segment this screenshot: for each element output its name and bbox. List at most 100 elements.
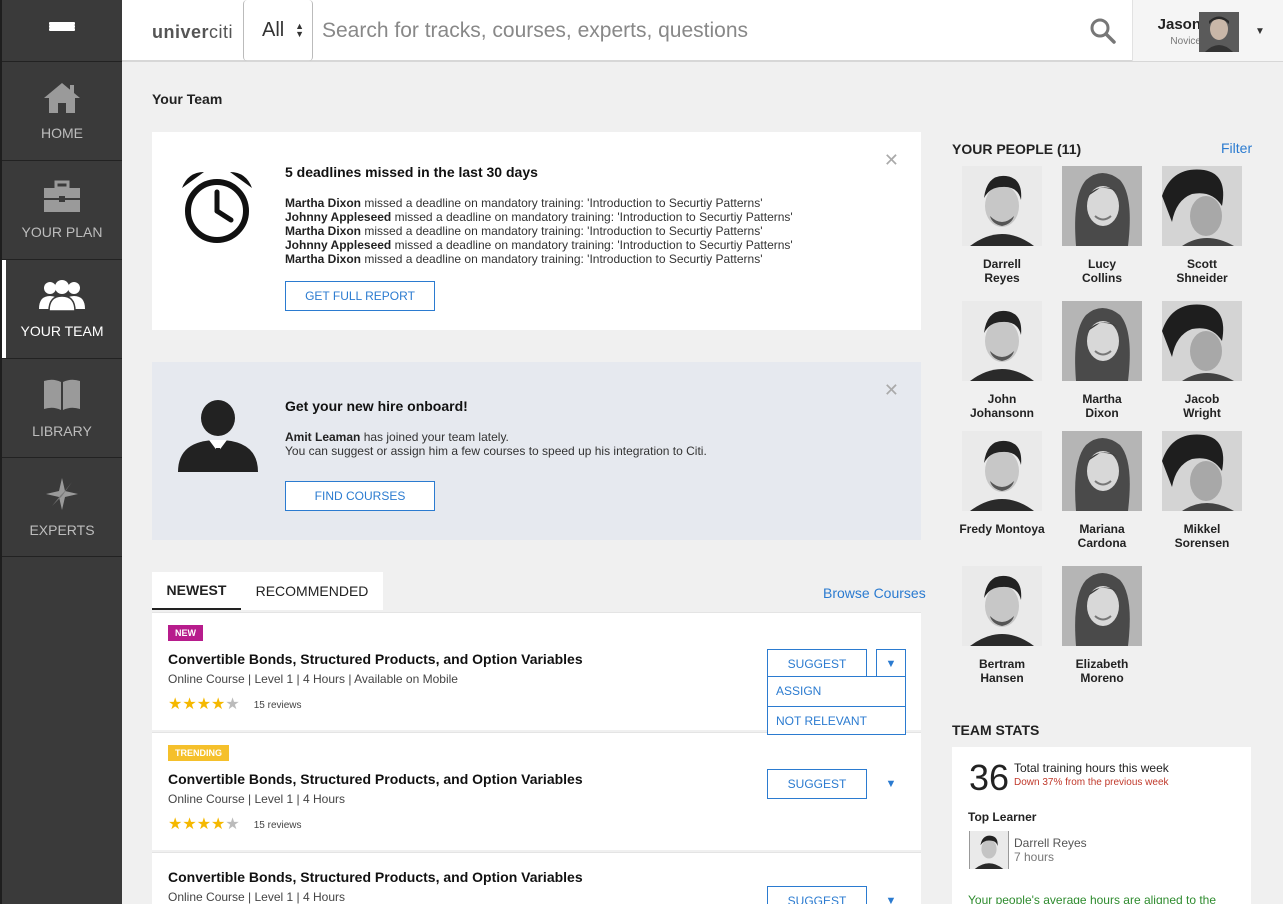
deadline-message: missed a deadline on mandatory training:… — [364, 196, 763, 210]
suggest-button[interactable]: SUGGEST — [767, 886, 867, 904]
assign-menu-item[interactable]: ASSIGN — [768, 677, 905, 706]
stats-note: Your people's average hours are aligned … — [968, 893, 1217, 904]
top-learner-name[interactable]: Darrell Reyes — [1014, 836, 1087, 850]
person-name[interactable]: Lucy Collins — [1057, 257, 1147, 285]
course-item[interactable]: Convertible Bonds, Structured Products, … — [152, 852, 921, 904]
avatar[interactable] — [1162, 166, 1242, 246]
avatar[interactable] — [962, 301, 1042, 381]
person-card[interactable]: Darrell Reyes — [957, 166, 1047, 285]
person-card[interactable]: Bertram Hansen — [957, 566, 1047, 685]
course-title[interactable]: Convertible Bonds, Structured Products, … — [168, 771, 583, 787]
tab-recommended[interactable]: RECOMMENDED — [241, 572, 383, 610]
person-name[interactable]: Johnny Appleseed — [285, 238, 391, 252]
top-learner-hours: 7 hours — [1014, 850, 1055, 864]
sidebar-item-your-plan[interactable]: YOUR PLAN — [2, 161, 122, 260]
trending-badge: TRENDING — [168, 745, 229, 761]
sidebar-item-library[interactable]: LIBRARY — [2, 359, 122, 458]
user-menu[interactable]: Jason Novice ▼ — [1132, 0, 1283, 61]
person-name[interactable]: Amit Leaman — [285, 430, 360, 444]
people-title: YOUR PEOPLE (11) — [952, 141, 1082, 157]
course-title[interactable]: Convertible Bonds, Structured Products, … — [168, 651, 583, 667]
person-name[interactable]: Martha Dixon — [285, 252, 361, 266]
chevron-down-icon: ▼ — [1255, 26, 1265, 37]
avatar[interactable] — [1062, 431, 1142, 511]
sidebar-item-experts[interactable]: EXPERTS — [2, 458, 122, 557]
app-logo[interactable]: univerciti — [152, 22, 233, 43]
avatar[interactable] — [1162, 301, 1242, 381]
suggest-options-toggle[interactable]: ▼ — [876, 886, 906, 904]
tab-newest[interactable]: NEWEST — [152, 572, 241, 610]
sidebar-item-label: YOUR TEAM — [20, 323, 104, 339]
person-name[interactable]: John Johansonn — [957, 392, 1047, 420]
search-input[interactable] — [322, 15, 1072, 47]
logo-suffix: citi — [209, 22, 234, 42]
person-name[interactable]: Martha Dixon — [285, 224, 361, 238]
course-tabs: NEWEST RECOMMENDED — [152, 572, 383, 610]
person-name[interactable]: Martha Dixon — [285, 196, 361, 210]
person-name[interactable]: Fredy Montoya — [957, 522, 1047, 536]
sidebar-item-label: HOME — [41, 125, 83, 141]
star-icon: ★ — [168, 696, 183, 713]
avatar[interactable] — [962, 166, 1042, 246]
star-icon: ★ — [168, 816, 183, 833]
avatar[interactable] — [1062, 166, 1142, 246]
person-card[interactable]: John Johansonn — [957, 301, 1047, 420]
menu-button[interactable] — [2, 0, 122, 62]
person-name[interactable]: Mariana Cardona — [1057, 522, 1147, 550]
person-name[interactable]: Johnny Appleseed — [285, 210, 391, 224]
reviews-count: 15 reviews — [253, 699, 302, 711]
suggest-options-toggle[interactable]: ▼ — [876, 649, 906, 679]
avatar[interactable] — [1162, 431, 1242, 511]
person-card[interactable]: Fredy Montoya — [957, 431, 1047, 536]
course-title[interactable]: Convertible Bonds, Structured Products, … — [168, 869, 583, 885]
person-name[interactable]: Jacob Wright — [1157, 392, 1247, 420]
course-item[interactable]: TRENDING Convertible Bonds, Structured P… — [152, 732, 921, 850]
not-relevant-menu-item[interactable]: NOT RELEVANT — [768, 706, 905, 735]
avatar[interactable] — [962, 431, 1042, 511]
sidebar-item-home[interactable]: HOME — [2, 62, 122, 161]
deadline-message: missed a deadline on mandatory training:… — [364, 252, 763, 266]
person-card[interactable]: Martha Dixon — [1057, 301, 1147, 420]
person-card[interactable]: Mariana Cardona — [1057, 431, 1147, 550]
close-icon[interactable]: ✕ — [884, 380, 899, 401]
avatar[interactable] — [969, 831, 1009, 869]
suggest-button[interactable]: SUGGEST — [767, 649, 867, 679]
person-name[interactable]: Darrell Reyes — [957, 257, 1047, 285]
person-name[interactable]: Scott Shneider — [1157, 257, 1247, 285]
person-name[interactable]: Bertram Hansen — [957, 657, 1047, 685]
person-card[interactable]: Scott Shneider — [1157, 166, 1247, 285]
avatar[interactable] — [962, 566, 1042, 646]
person-name[interactable]: Mikkel Sorensen — [1157, 522, 1247, 550]
hamburger-icon — [49, 21, 75, 40]
find-courses-button[interactable]: FIND COURSES — [285, 481, 435, 511]
sidebar-item-label: LIBRARY — [32, 423, 92, 439]
person-card[interactable]: Mikkel Sorensen — [1157, 431, 1247, 550]
team-stats-card: 36 Total training hours this week Down 3… — [952, 747, 1251, 904]
search-scope-select[interactable]: All ▲ ▼ — [243, 0, 313, 61]
person-card[interactable]: Elizabeth Moreno — [1057, 566, 1147, 685]
new-hire-icon — [178, 398, 258, 479]
sidebar-item-label: EXPERTS — [29, 522, 95, 538]
browse-courses-link[interactable]: Browse Courses — [823, 585, 926, 601]
avatar[interactable] — [1062, 566, 1142, 646]
sidebar-item-your-team[interactable]: YOUR TEAM — [2, 260, 122, 359]
star-empty-icon: ★ — [225, 816, 240, 833]
person-name[interactable]: Martha Dixon — [1057, 392, 1147, 420]
chevron-down-icon: ▼ — [885, 895, 897, 904]
deadline-message: missed a deadline on mandatory training:… — [364, 224, 763, 238]
avatar[interactable] — [1062, 301, 1142, 381]
filter-link[interactable]: Filter — [1221, 140, 1252, 156]
search-icon[interactable] — [1090, 18, 1116, 49]
star-icon: ★ — [196, 696, 212, 713]
suggest-button[interactable]: SUGGEST — [767, 769, 867, 799]
star-icon: ★ — [182, 696, 197, 713]
close-icon[interactable]: ✕ — [884, 150, 899, 171]
get-full-report-button[interactable]: GET FULL REPORT — [285, 281, 435, 311]
person-name[interactable]: Elizabeth Moreno — [1057, 657, 1147, 685]
suggest-options-toggle[interactable]: ▼ — [876, 769, 906, 799]
top-bar: univerciti All ▲▼ Jason Novice ▼ — [122, 0, 1283, 62]
person-card[interactable]: Jacob Wright — [1157, 301, 1247, 420]
avatar — [1199, 12, 1239, 52]
deadline-list: Martha Dixon missed a deadline on mandat… — [285, 196, 845, 266]
person-card[interactable]: Lucy Collins — [1057, 166, 1147, 285]
